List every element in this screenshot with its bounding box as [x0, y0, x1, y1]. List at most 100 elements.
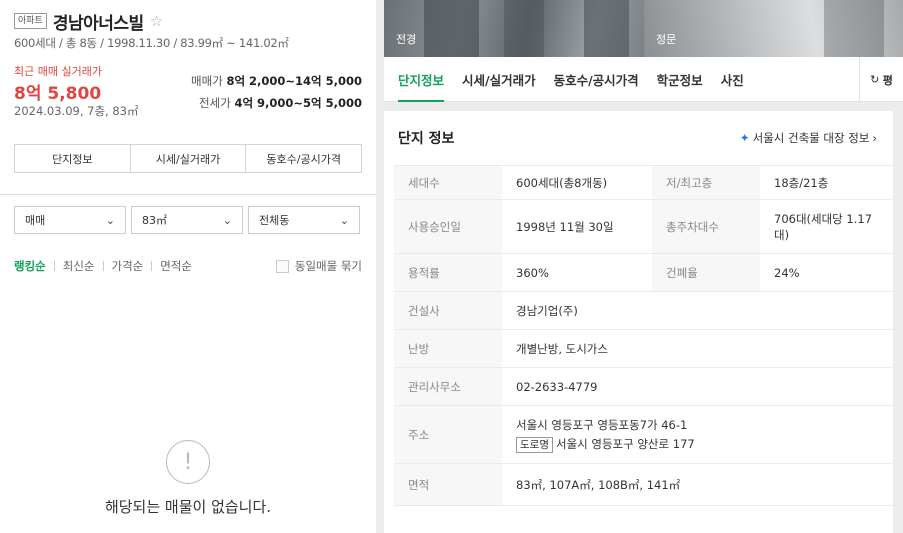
table-row: 건설사 경남기업(주): [394, 291, 893, 330]
dong-value: 전체동: [259, 214, 290, 227]
info-value: 24%: [760, 253, 893, 292]
jibun-address: 서울시 영등포구 영등포동7가 46-1: [516, 417, 688, 432]
info-key: 건설사: [394, 291, 502, 330]
title-row: 아파트 경남아너스빌 ☆: [14, 10, 362, 34]
road-address: 서울시 영등포구 양산로 177: [555, 436, 695, 451]
dong-select[interactable]: 전체동 ⌄: [248, 206, 360, 234]
info-title: 단지 정보: [398, 131, 455, 147]
info-key: 면적: [394, 463, 502, 506]
sort-divider: [151, 261, 153, 271]
complex-info-button[interactable]: 단지정보: [15, 145, 131, 172]
info-value: 83㎡, 107A㎡, 108B㎡, 141㎡: [502, 463, 893, 506]
deal-type-value: 매매: [25, 214, 46, 227]
table-row: 용적률 360% 건폐율 24%: [394, 253, 893, 292]
road-name-badge: 도로명: [516, 436, 553, 453]
chevron-right-icon: ›: [872, 131, 877, 145]
sort-row: 랭킹순 최신순 가격순 면적순 동일매물 묶기: [14, 258, 362, 274]
table-row: 관리사무소 02-2633-4779: [394, 367, 893, 406]
tab-complex-info[interactable]: 단지정보: [398, 57, 445, 102]
exclamation-icon: !: [166, 440, 210, 484]
info-value: 706대(세대당 1.17대): [760, 199, 893, 254]
info-value: 경남기업(주): [502, 291, 893, 330]
empty-message: 해당되는 매물이 없습니다.: [104, 498, 272, 516]
price-history-button[interactable]: 시세/실거래가: [131, 145, 247, 172]
info-value: 개별난방, 도시가스: [502, 329, 893, 368]
jeonse-price-range: 전세가 4억 9,000~5억 5,000: [199, 95, 362, 111]
building-shape: [824, 0, 884, 57]
info-value: 600세대(총8개동): [502, 165, 652, 200]
table-row: 면적 83㎡, 107A㎡, 108B㎡, 141㎡: [394, 463, 893, 506]
listing-header: 아파트 경남아너스빌 ☆ 600세대 / 총 8동 / 1998.11.30 /…: [0, 0, 376, 129]
recent-sale-price: 8억 5,800: [14, 84, 102, 104]
seoul-logo-icon: ✦: [739, 131, 750, 145]
sort-latest[interactable]: 최신순: [63, 258, 95, 274]
filter-row: 매매 ⌄ 83㎡ ⌄ 전체동 ⌄: [14, 206, 360, 234]
same-group-label: 동일매물 묶기: [294, 259, 362, 273]
info-key: 관리사무소: [394, 367, 502, 406]
chevron-down-icon: ⌄: [222, 213, 232, 227]
table-row: 주소 서울시 영등포구 영등포동7가 46-1 도로명 서울시 영등포구 양산로 …: [394, 405, 893, 464]
sale-range-value: 8억 2,000~14억 5,000: [226, 74, 362, 88]
photo-exterior[interactable]: 전경: [384, 0, 644, 57]
sale-price-range: 매매가 8억 2,000~14억 5,000: [191, 73, 362, 89]
recent-sale-label: 최근 매매 실거래가: [14, 65, 102, 78]
building-shape: [584, 0, 629, 57]
address-cell: 서울시 영등포구 영등포동7가 46-1 도로명 서울시 영등포구 양산로 177: [502, 405, 893, 464]
same-group-checkbox[interactable]: [275, 259, 289, 273]
building-shape: [504, 0, 544, 57]
info-key: 건폐율: [652, 253, 760, 292]
sale-range-label: 매매가: [191, 74, 223, 88]
complex-name: 경남아너스빌: [52, 13, 144, 34]
info-key: 용적률: [394, 253, 502, 292]
tab-price-history[interactable]: 시세/실거래가: [462, 57, 536, 102]
listing-panel: 아파트 경남아너스빌 ☆ 600세대 / 총 8동 / 1998.11.30 /…: [0, 0, 376, 533]
sort-divider: [102, 261, 104, 271]
info-table: 세대수 600세대(총8개동) 저/최고층 18층/21층 사용승인일 1998…: [394, 165, 893, 506]
empty-state: ! 해당되는 매물이 없습니다.: [0, 440, 376, 517]
complex-summary: 600세대 / 총 8동 / 1998.11.30 / 83.99㎡ ~ 141…: [14, 36, 289, 50]
table-row: 세대수 600세대(총8개동) 저/최고층 18층/21층: [394, 165, 893, 200]
jeonse-range-value: 4억 9,000~5억 5,000: [234, 96, 362, 110]
detail-tabs: 단지정보 시세/실거래가 동호수/공시가격 학군정보 사진 ↻ 평: [384, 57, 903, 102]
photo-label-gate: 정문: [656, 33, 677, 46]
info-value: 02-2633-4779: [502, 367, 893, 406]
info-header: 단지 정보 ✦ 서울시 건축물 대장 정보 ›: [394, 111, 883, 165]
info-key: 총주차대수: [652, 199, 760, 254]
detail-panel: 전경 정문 단지정보 시세/실거래가 동호수/공시가격 학군정보 사진 ↻ 평 …: [384, 0, 903, 533]
area-value: 83㎡: [142, 214, 167, 227]
sort-area[interactable]: 면적순: [160, 258, 192, 274]
road-address-line: 도로명 서울시 영등포구 양산로 177: [516, 436, 879, 453]
deal-type-select[interactable]: 매매 ⌄: [14, 206, 126, 234]
sort-ranking[interactable]: 랭킹순: [14, 258, 46, 274]
jeonse-range-label: 전세가: [199, 96, 231, 110]
photo-front-gate[interactable]: 정문: [644, 0, 903, 57]
pyeong-label: 평: [882, 73, 893, 87]
divider: [0, 194, 376, 195]
unit-price-button[interactable]: 동호수/공시가격: [246, 145, 361, 172]
table-row: 사용승인일 1998년 11월 30일 총주차대수 706대(세대당 1.17대…: [394, 199, 893, 254]
favorite-star-icon[interactable]: ☆: [150, 12, 163, 30]
building-registry-link[interactable]: ✦ 서울시 건축물 대장 정보 ›: [740, 130, 877, 146]
price-block: 최근 매매 실거래가 8억 5,800 2024.03.09, 7층, 83㎡ …: [14, 63, 362, 129]
info-value: 18층/21층: [760, 165, 893, 200]
tab-photos[interactable]: 사진: [721, 57, 744, 102]
building-shape: [424, 0, 479, 57]
sort-divider: [53, 261, 55, 271]
recent-sale-date: 2024.03.09, 7층, 83㎡: [14, 104, 139, 118]
info-key: 세대수: [394, 165, 502, 200]
tab-school-info[interactable]: 학군정보: [657, 57, 703, 102]
registry-link-label: 서울시 건축물 대장 정보: [752, 131, 870, 145]
info-key: 저/최고층: [652, 165, 760, 200]
photo-strip: 전경 정문: [384, 0, 903, 57]
area-select[interactable]: 83㎡ ⌄: [131, 206, 243, 234]
property-type-badge: 아파트: [14, 13, 47, 29]
sort-price[interactable]: 가격순: [112, 258, 144, 274]
chevron-down-icon: ⌄: [339, 213, 349, 227]
pyeong-toggle-button[interactable]: ↻ 평: [859, 57, 903, 102]
photo-label-exterior: 전경: [396, 33, 417, 46]
tab-unit-price[interactable]: 동호수/공시가격: [554, 57, 639, 102]
same-listing-group-toggle[interactable]: 동일매물 묶기: [275, 258, 362, 274]
listing-tab-buttons: 단지정보 시세/실거래가 동호수/공시가격: [14, 144, 362, 173]
info-value: 1998년 11월 30일: [502, 199, 652, 254]
complex-info-section: 단지 정보 ✦ 서울시 건축물 대장 정보 › 세대수 600세대(총8개동) …: [384, 111, 893, 533]
